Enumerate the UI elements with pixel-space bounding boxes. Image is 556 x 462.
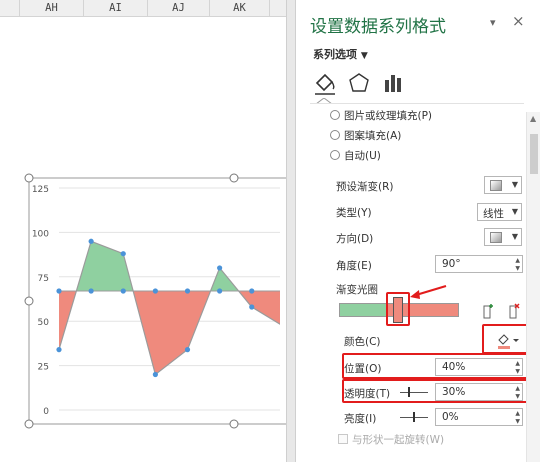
spin-down-icon[interactable]: ▼ [515, 418, 520, 425]
auto-fill-label: 自动(U) [344, 150, 381, 162]
preset-gradient-dropdown[interactable]: ▼ [484, 176, 522, 194]
direction-dropdown[interactable]: ▼ [484, 228, 522, 246]
preset-gradient-label: 预设渐变(R) [336, 181, 394, 193]
panel-scrollbar[interactable]: ▲ [526, 112, 540, 462]
baseline-point [152, 288, 158, 294]
color-label: 颜色(C) [344, 336, 381, 348]
chart-y-ticks: 125 100 75 50 25 0 [32, 185, 49, 417]
close-button[interactable]: × [512, 12, 525, 30]
baseline-point [184, 288, 191, 294]
rotate-with-shape-checkbox[interactable] [338, 434, 348, 444]
rotate-with-shape-label: 与形状一起旋转(W) [352, 434, 445, 446]
chevron-down-icon: ▼ [360, 51, 368, 61]
baseline-point [249, 288, 255, 294]
y-tick-label: 75 [38, 274, 49, 284]
fill-line-tab-icon[interactable] [312, 70, 338, 96]
pattern-fill-label: 图案填充(A) [344, 130, 402, 142]
brightness-slider-knob[interactable] [413, 412, 415, 422]
color-button-highlight [482, 324, 528, 354]
picture-fill-label: 图片或纹理填充(P) [344, 110, 433, 122]
y-tick-label: 125 [32, 185, 49, 195]
type-value: 线性 [483, 208, 504, 220]
resize-handle [24, 173, 34, 183]
annotation-arrow-icon [410, 284, 447, 299]
gradient-swatch-icon [490, 180, 502, 191]
series-point [120, 251, 126, 257]
series-options-dropdown[interactable]: 系列选项 ▼ [313, 46, 368, 62]
y-tick-label: 50 [38, 318, 50, 328]
spin-up-icon[interactable]: ▲ [515, 257, 520, 264]
spin-up-icon[interactable]: ▲ [515, 410, 520, 417]
scroll-up-icon[interactable]: ▲ [530, 114, 536, 123]
effects-tab-icon[interactable] [346, 70, 372, 96]
y-tick-label: 25 [38, 363, 49, 373]
y-tick-label: 100 [32, 229, 49, 239]
remove-gradient-stop-icon[interactable] [503, 301, 523, 321]
baseline-point [56, 288, 62, 294]
angle-label: 角度(E) [336, 260, 372, 272]
series-options-label: 系列选项 [313, 48, 357, 61]
position-highlight [342, 353, 528, 379]
brightness-value: 0% [442, 411, 459, 423]
baseline-point [120, 288, 126, 294]
series-point [56, 347, 62, 353]
baseline-point [88, 288, 94, 294]
series-point [88, 238, 94, 244]
format-series-panel: 设置数据系列格式 ▾ × 系列选项 ▼ 图片或纹理填充(P) 图案填充(A) 自… [296, 0, 556, 462]
scrollbar-thumb[interactable] [530, 134, 538, 174]
series-point [184, 347, 191, 353]
pattern-fill-radio[interactable] [330, 130, 340, 140]
excel-window: AH AI AJ AK 125 100 75 50 25 0 设置数据系列格式 ▾ × 系… [0, 0, 556, 462]
series-point [152, 371, 158, 378]
angle-value: 90° [442, 258, 461, 270]
chevron-down-icon: ▼ [511, 207, 518, 216]
gradient-stops-label: 渐变光圈 [336, 284, 378, 296]
resize-handle [229, 419, 239, 429]
transparency-highlight [342, 379, 528, 403]
panel-title: 设置数据系列格式 [310, 17, 446, 37]
tab-separator [310, 103, 524, 104]
resize-handle [24, 419, 34, 429]
series-point [249, 304, 255, 310]
gradient-stop-highlight [386, 292, 410, 326]
brightness-label: 亮度(I) [344, 413, 377, 425]
auto-fill-radio[interactable] [330, 150, 340, 160]
type-dropdown[interactable]: 线性 ▼ [477, 203, 522, 221]
chevron-down-icon: ▼ [511, 232, 518, 241]
chevron-down-icon: ▼ [511, 180, 518, 189]
picture-fill-radio[interactable] [330, 110, 340, 120]
brightness-slider[interactable] [400, 412, 428, 422]
resize-handle [229, 173, 239, 183]
series-options-tab-icon[interactable] [380, 70, 406, 96]
panel-menu-button[interactable]: ▾ [490, 16, 496, 29]
spin-down-icon[interactable]: ▼ [515, 265, 520, 272]
angle-spinner[interactable]: 90° ▲ ▼ [435, 255, 523, 273]
series-point [217, 265, 223, 271]
add-gradient-stop-icon[interactable] [477, 301, 497, 321]
worksheet-area: AH AI AJ AK 125 100 75 50 25 0 [0, 0, 296, 462]
baseline-point [217, 288, 223, 294]
y-tick-label: 0 [43, 407, 49, 417]
direction-label: 方向(D) [336, 233, 374, 245]
type-label: 类型(Y) [336, 207, 372, 219]
brightness-spinner[interactable]: 0% ▲ ▼ [435, 408, 523, 426]
resize-handle [24, 296, 34, 306]
direction-swatch-icon [490, 232, 502, 243]
pane-splitter[interactable] [286, 0, 296, 462]
chart-object[interactable]: 125 100 75 50 25 0 [0, 0, 286, 462]
